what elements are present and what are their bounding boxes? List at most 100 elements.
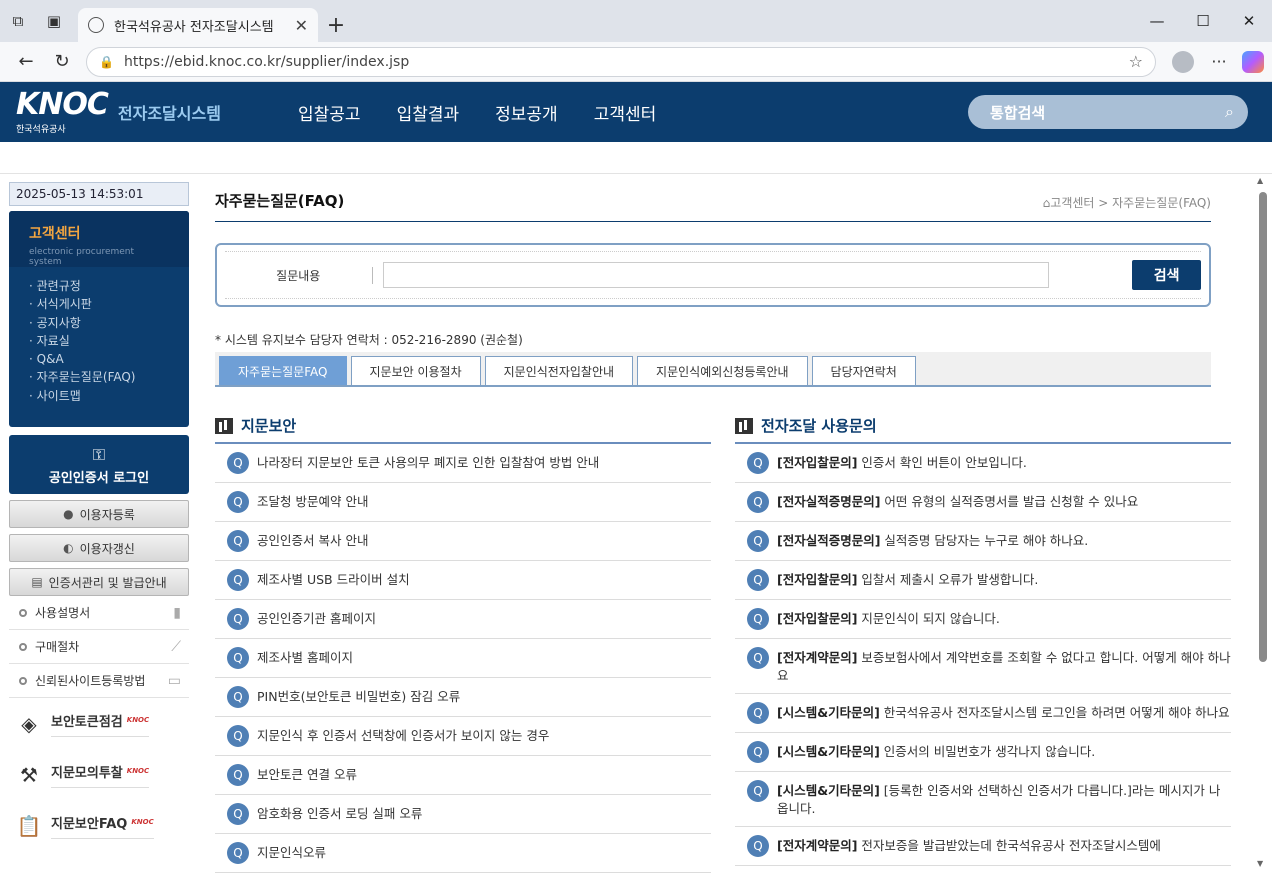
lock-icon[interactable]: 🔒 bbox=[99, 55, 114, 69]
book-icon: ▮ bbox=[173, 604, 181, 621]
faq-item[interactable]: Q [전자입찰문의] 입찰서 제출시 오류가 발생합니다. bbox=[735, 561, 1231, 600]
minimize-icon[interactable]: — bbox=[1134, 0, 1180, 42]
nav-bid-notice[interactable]: 입찰공고 bbox=[298, 100, 361, 125]
nav-customer-center[interactable]: 고객센터 bbox=[594, 100, 657, 125]
faq-category: [전자실적증명문의] bbox=[777, 533, 881, 548]
q-icon: Q bbox=[227, 725, 249, 747]
faq-question: PIN번호(보안토큰 비밀번호) 잠김 오류 bbox=[257, 689, 461, 704]
nav-info-disclosure[interactable]: 정보공개 bbox=[495, 100, 558, 125]
trusted-site-link[interactable]: 신뢰된사이트등록방법 ▭ bbox=[9, 664, 189, 698]
sidebar-item-sitemap[interactable]: 사이트맵 bbox=[29, 387, 169, 405]
fingerprint-faq-link[interactable]: 📋 지문보안FAQ KNOC bbox=[9, 800, 189, 851]
sidebar-nav: 고객센터 electronic procurement system 관련규정 … bbox=[9, 211, 189, 427]
knoc-logo[interactable]: KNOC 한국석유공사 전자조달시스템 bbox=[16, 89, 286, 135]
sidebar-item-regulations[interactable]: 관련규정 bbox=[29, 277, 169, 295]
faq-item[interactable]: Q [시스템&기타문의] 한국석유공사 전자조달시스템 로그인을 하려면 어떻게 … bbox=[735, 694, 1231, 733]
q-icon: Q bbox=[227, 803, 249, 825]
maintenance-contact-notice: * 시스템 유지보수 담당자 연락처 : 052-216-2890 (권순철) bbox=[215, 333, 523, 347]
q-icon: Q bbox=[227, 764, 249, 786]
search-button[interactable]: 검색 bbox=[1132, 260, 1201, 290]
tab-faq[interactable]: 자주묻는질문FAQ bbox=[219, 356, 347, 385]
page-scrollbar[interactable]: ▲ ▼ bbox=[1257, 174, 1267, 870]
briefcase-icon: ▤ bbox=[31, 575, 43, 589]
sidebar-item-faq[interactable]: 자주묻는질문(FAQ) bbox=[29, 368, 169, 386]
tab-actions-icon[interactable]: ▣ bbox=[36, 0, 72, 42]
faq-question: 암호화용 인증서 로딩 실패 오류 bbox=[257, 806, 423, 821]
faq-item[interactable]: Q 나라장터 지문보안 토큰 사용의무 폐지로 인한 입찰참여 방법 안내 bbox=[215, 444, 711, 483]
faq-item[interactable]: Q 암호화용 인증서 로딩 실패 오류 bbox=[215, 795, 711, 834]
logo-subtitle: 한국석유공사 bbox=[16, 124, 66, 135]
faq-item[interactable]: Q 제조사별 USB 드라이버 설치 bbox=[215, 561, 711, 600]
cert-login-button[interactable]: ⚿ 공인인증서 로그인 bbox=[9, 435, 189, 494]
address-bar[interactable]: 🔒 https://ebid.knoc.co.kr/supplier/index… bbox=[86, 46, 1156, 77]
faq-question: 지문인식오류 bbox=[257, 845, 327, 860]
faq-item[interactable]: Q [시스템&기타문의] [등록한 인증서와 선택하신 인증서가 다릅니다.]라는… bbox=[735, 772, 1231, 827]
sidebar-item-archive[interactable]: 자료실 bbox=[29, 332, 169, 350]
maximize-icon[interactable]: ☐ bbox=[1180, 0, 1226, 42]
question-label: 질문내용 bbox=[225, 266, 373, 284]
purchase-process-link[interactable]: 구매절차 ⟋ bbox=[9, 630, 189, 664]
content: 자주묻는질문(FAQ) ⌂고객센터 > 자주묻는질문(FAQ) 질문내용 검색 … bbox=[215, 174, 1233, 873]
faq-item[interactable]: Q 지문인식오류 bbox=[215, 834, 711, 873]
close-tab-icon[interactable]: ✕ bbox=[295, 16, 308, 35]
tab-contacts[interactable]: 담당자연락처 bbox=[811, 356, 916, 385]
new-tab-button[interactable]: + bbox=[318, 8, 354, 42]
tab-fingerprint-exception[interactable]: 지문인식예외신청등록안내 bbox=[637, 356, 808, 385]
bullet-icon bbox=[19, 676, 27, 685]
bullet-icon bbox=[19, 642, 27, 651]
fingerprint-mock-bid-link[interactable]: ⚒ 지문모의투찰 KNOC bbox=[9, 749, 189, 800]
faq-item[interactable]: Q [전자입찰문의] 지문인식이 되지 않습니다. bbox=[735, 600, 1231, 639]
sidebar-item-notices[interactable]: 공지사항 bbox=[29, 314, 169, 332]
q-icon: Q bbox=[227, 452, 249, 474]
faq-item[interactable]: Q 공인인증기관 홈페이지 bbox=[215, 600, 711, 639]
faq-item[interactable]: Q [전자실적증명문의] 실적증명 담당자는 누구로 해야 하나요. bbox=[735, 522, 1231, 561]
faq-question: 공인인증기관 홈페이지 bbox=[257, 611, 376, 626]
browser-tab[interactable]: 한국석유공사 전자조달시스템 ✕ bbox=[78, 8, 318, 42]
faq-item[interactable]: Q [전자계약문의] 전자보증을 발급받았는데 한국석유공사 전자조달시스템에 bbox=[735, 827, 1231, 866]
user-renew-button[interactable]: ◐ 이용자갱신 bbox=[9, 534, 189, 562]
tab-fingerprint-procedure[interactable]: 지문보안 이용절차 bbox=[350, 356, 481, 385]
chart-line-icon: ⟋ bbox=[171, 638, 181, 655]
global-search-box[interactable]: 통합검색 ⌕ bbox=[968, 95, 1248, 129]
user-register-button[interactable]: ● 이용자등록 bbox=[9, 500, 189, 528]
copilot-icon[interactable] bbox=[1242, 50, 1264, 73]
faq-item[interactable]: Q 공인인증서 복사 안내 bbox=[215, 522, 711, 561]
faq-item[interactable]: Q 지문인식 후 인증서 선택창에 인증서가 보이지 않는 경우 bbox=[215, 717, 711, 756]
back-icon[interactable]: ← bbox=[8, 46, 44, 78]
manual-link[interactable]: 사용설명서 ▮ bbox=[9, 596, 189, 630]
column-title: 지문보안 bbox=[241, 417, 297, 435]
sidebar-item-forms[interactable]: 서식게시판 bbox=[29, 295, 169, 313]
faq-item[interactable]: Q [전자계약문의] 보증보험사에서 계약번호를 조회할 수 없다고 합니다. 어… bbox=[735, 639, 1231, 694]
workspaces-icon[interactable]: ⧉ bbox=[0, 0, 36, 42]
security-token-check-link[interactable]: ◈ 보안토큰점검 KNOC bbox=[9, 698, 189, 749]
faq-item[interactable]: Q 보안토큰 연결 오류 bbox=[215, 756, 711, 795]
faq-item[interactable]: Q [전자입찰문의] 인증서 확인 버튼이 안보입니다. bbox=[735, 444, 1231, 483]
user-register-label: 이용자등록 bbox=[79, 507, 135, 522]
sidebar-item-qna[interactable]: Q&A bbox=[29, 350, 169, 368]
tab-fingerprint-bid-guide[interactable]: 지문인식전자입찰안내 bbox=[484, 356, 634, 385]
close-window-icon[interactable]: ✕ bbox=[1226, 0, 1272, 42]
search-icon[interactable]: ⌕ bbox=[1225, 102, 1234, 122]
cert-manage-button[interactable]: ▤ 인증서관리 및 발급안내 bbox=[9, 568, 189, 596]
nav-bid-result[interactable]: 입찰결과 bbox=[397, 100, 460, 125]
profile-avatar[interactable] bbox=[1172, 50, 1194, 73]
key-icon: ⚿ bbox=[92, 445, 106, 464]
security-token-check-label: 보안토큰점검 bbox=[51, 714, 123, 730]
scrollbar-thumb[interactable] bbox=[1259, 192, 1267, 662]
favorite-star-icon[interactable]: ☆ bbox=[1129, 52, 1143, 71]
more-menu-icon[interactable]: ··· bbox=[1204, 52, 1234, 71]
faq-item[interactable]: Q 조달청 방문예약 안내 bbox=[215, 483, 711, 522]
faq-item[interactable]: Q [시스템&기타문의] 인증서의 비밀번호가 생각나지 않습니다. bbox=[735, 733, 1231, 772]
faq-question: 조달청 방문예약 안내 bbox=[257, 494, 369, 509]
faq-question: [시스템&기타문의] [등록한 인증서와 선택하신 인증서가 다릅니다.]라는 … bbox=[777, 780, 1231, 818]
breadcrumb-text[interactable]: 고객센터 > 자주묻는질문(FAQ) bbox=[1050, 196, 1211, 210]
faq-item[interactable]: Q 제조사별 홈페이지 bbox=[215, 639, 711, 678]
scroll-down-icon[interactable]: ▼ bbox=[1257, 859, 1263, 868]
faq-item[interactable]: Q PIN번호(보안토큰 비밀번호) 잠김 오류 bbox=[215, 678, 711, 717]
manual-label: 사용설명서 bbox=[35, 606, 91, 620]
faq-item[interactable]: Q [전자실적증명문의] 어떤 유형의 실적증명서를 발급 신청할 수 있나요 bbox=[735, 483, 1231, 522]
refresh-icon[interactable]: ↻ bbox=[44, 46, 80, 78]
scroll-up-icon[interactable]: ▲ bbox=[1257, 176, 1263, 185]
window-controls: — ☐ ✕ bbox=[1134, 0, 1272, 42]
question-input[interactable] bbox=[382, 262, 1050, 288]
